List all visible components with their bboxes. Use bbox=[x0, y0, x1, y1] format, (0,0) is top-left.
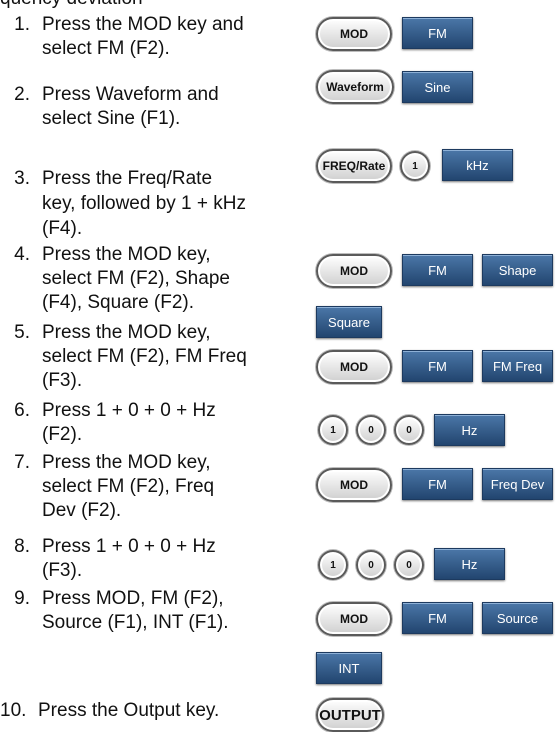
output-key[interactable]: OUTPUT bbox=[316, 698, 384, 732]
softkey-hz[interactable]: Hz bbox=[434, 548, 505, 580]
step-number: 5. bbox=[14, 322, 30, 343]
step-number: 8. bbox=[14, 536, 30, 557]
digit-0-key[interactable]: 0 bbox=[394, 415, 424, 445]
softkey-fm[interactable]: FM bbox=[402, 350, 473, 382]
section-title-cut: quency deviation bbox=[0, 0, 143, 10]
mod-key[interactable]: MOD bbox=[316, 602, 392, 636]
mod-key[interactable]: MOD bbox=[316, 350, 392, 384]
step-number: 1. bbox=[14, 14, 30, 35]
waveform-key[interactable]: Waveform bbox=[316, 70, 394, 104]
step-text: (F3). bbox=[42, 370, 83, 391]
step-number: 4. bbox=[14, 244, 30, 265]
step-text: select FM (F2), FM Freq bbox=[42, 346, 247, 367]
softkey-khz[interactable]: kHz bbox=[442, 149, 513, 181]
step-text: Dev (F2). bbox=[42, 500, 122, 521]
softkey-fm[interactable]: FM bbox=[402, 17, 473, 49]
softkey-fm-freq[interactable]: FM Freq bbox=[482, 350, 553, 382]
step-text: (F3). bbox=[42, 560, 83, 581]
digit-1-key[interactable]: 1 bbox=[318, 550, 348, 580]
step-text: Press the MOD key, bbox=[42, 244, 211, 265]
step-text: Press Waveform and bbox=[42, 84, 219, 105]
step-number: 10. bbox=[0, 700, 27, 721]
softkey-fm[interactable]: FM bbox=[402, 602, 473, 634]
step-text: Press 1 + 0 + 0 + Hz bbox=[42, 536, 216, 557]
step-text: select FM (F2), Shape bbox=[42, 268, 230, 289]
step-number: 7. bbox=[14, 452, 30, 473]
mod-key[interactable]: MOD bbox=[316, 254, 392, 288]
digit-1-key[interactable]: 1 bbox=[318, 415, 348, 445]
step-text: Press the MOD key, bbox=[42, 452, 211, 473]
step-text: select FM (F2), Freq bbox=[42, 476, 215, 497]
softkey-int[interactable]: INT bbox=[316, 652, 382, 684]
softkey-fm[interactable]: FM bbox=[402, 254, 473, 286]
step-number: 2. bbox=[14, 84, 30, 105]
step-text: select FM (F2). bbox=[42, 38, 170, 59]
softkey-sine[interactable]: Sine bbox=[402, 71, 473, 103]
step-text: Press the MOD key, bbox=[42, 322, 211, 343]
mod-key[interactable]: MOD bbox=[316, 17, 392, 51]
softkey-shape[interactable]: Shape bbox=[482, 254, 553, 286]
digit-0-key[interactable]: 0 bbox=[356, 415, 386, 445]
softkey-hz[interactable]: Hz bbox=[434, 414, 505, 446]
softkey-square[interactable]: Square bbox=[316, 306, 382, 338]
step-text: select Sine (F1). bbox=[42, 108, 181, 129]
softkey-source[interactable]: Source bbox=[482, 602, 553, 634]
step-text: Press the Freq/Rate bbox=[42, 168, 213, 189]
freq-rate-key[interactable]: FREQ/Rate bbox=[316, 149, 392, 183]
step-text: Press MOD, FM (F2), bbox=[42, 588, 224, 609]
digit-0-key[interactable]: 0 bbox=[394, 550, 424, 580]
step-text: (F4). bbox=[42, 218, 83, 239]
step-text: Source (F1), INT (F1). bbox=[42, 612, 229, 633]
step-text: (F2). bbox=[42, 424, 83, 445]
mod-key[interactable]: MOD bbox=[316, 468, 392, 502]
step-text: Press the Output key. bbox=[38, 700, 220, 721]
softkey-freq-dev[interactable]: Freq Dev bbox=[482, 468, 553, 500]
step-number: 9. bbox=[14, 588, 30, 609]
step-number: 3. bbox=[14, 168, 30, 189]
softkey-fm[interactable]: FM bbox=[402, 468, 473, 500]
step-text: Press 1 + 0 + 0 + Hz bbox=[42, 400, 216, 421]
step-text: (F4), Square (F2). bbox=[42, 292, 195, 313]
step-text: Press the MOD key and bbox=[42, 14, 244, 35]
digit-1-key[interactable]: 1 bbox=[400, 151, 430, 181]
digit-0-key[interactable]: 0 bbox=[356, 550, 386, 580]
step-text: key, followed by 1 + kHz bbox=[42, 193, 246, 214]
step-number: 6. bbox=[14, 400, 30, 421]
